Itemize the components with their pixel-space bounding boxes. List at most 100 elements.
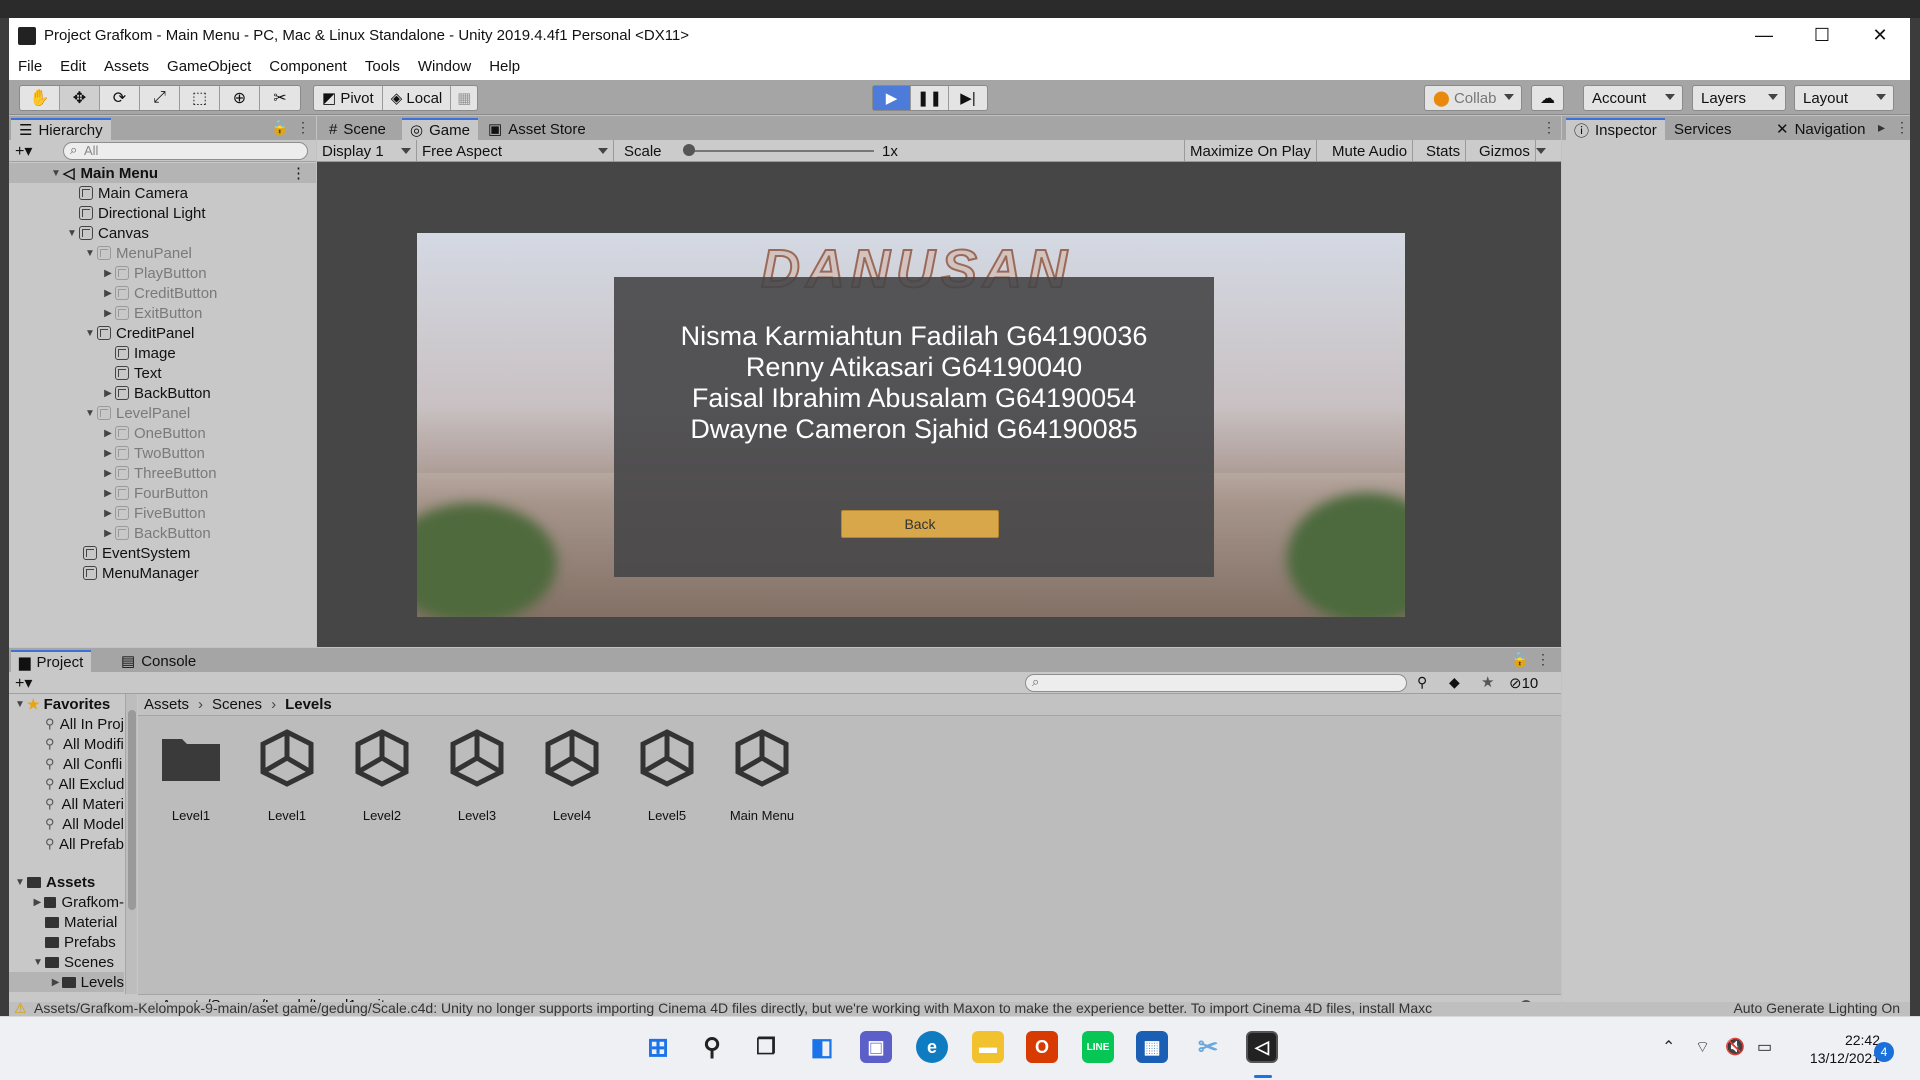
hierarchy-row[interactable]: Directional Light [9,203,316,223]
pause-icon[interactable]: ❚❚ [911,86,949,110]
tree-row[interactable]: ▼ Scenes [9,952,124,972]
expand-arrow-icon[interactable]: ▶ [101,488,115,499]
asset-item[interactable]: Level4 [533,726,611,823]
asset-item[interactable]: Level1 [152,726,230,823]
line-app-icon[interactable]: LINE [1082,1031,1114,1063]
search-icon[interactable]: ⚲ [696,1031,728,1063]
scale-slider-track[interactable] [689,150,874,152]
hierarchy-row[interactable]: Image [9,343,316,363]
layout-dropdown[interactable]: Layout [1794,85,1894,111]
tab-navigation[interactable]: ✕ Navigation [1768,118,1892,140]
widgets-icon[interactable]: ◧ [806,1031,838,1063]
gizmos-dropdown[interactable] [1531,140,1551,162]
account-dropdown[interactable]: Account [1583,85,1683,111]
status-bar[interactable]: ⚠ Assets/Grafkom-Kelompok-9-main/aset ga… [9,1002,1910,1016]
hierarchy-row[interactable]: ▶ TwoButton [9,443,316,463]
menu-file[interactable]: File [9,58,51,75]
hierarchy-row[interactable]: EventSystem [9,543,316,563]
hierarchy-search-input[interactable]: All [63,142,308,160]
stats-toggle[interactable]: Stats [1421,140,1467,162]
close-button[interactable]: ✕ [1851,18,1909,53]
play-icon[interactable]: ▶ [873,86,911,110]
maximize-on-play-toggle[interactable]: Maximize On Play [1184,140,1317,162]
scrollbar-thumb[interactable] [128,710,136,910]
create-plus-icon[interactable]: +▾ [15,141,32,161]
expand-arrow-icon[interactable]: ▼ [13,699,27,710]
status-message[interactable]: Assets/Grafkom-Kelompok-9-main/aset game… [34,1002,1432,1016]
wifi-icon[interactable]: ⌔ [1695,1037,1710,1057]
hierarchy-row[interactable]: Text [9,363,316,383]
custom-tool-icon[interactable]: ✂ [260,86,300,110]
cloud-button[interactable]: ☁ [1531,85,1564,111]
hierarchy-row[interactable]: ▼ LevelPanel [9,403,316,423]
hierarchy-row[interactable]: ▼ MenuPanel [9,243,316,263]
asset-item[interactable]: Level5 [628,726,706,823]
lock-icon[interactable]: 🔒 [1511,651,1528,668]
scale-slider-knob[interactable] [683,144,695,156]
expand-arrow-icon[interactable]: ▼ [49,168,63,179]
row-menu-icon[interactable]: ⋮ [291,164,306,182]
pivot-toggle[interactable]: ◩ Pivot [314,86,383,110]
expand-arrow-icon[interactable]: ▶ [101,268,115,279]
mute-audio-toggle[interactable]: Mute Audio [1327,140,1414,162]
expand-arrow-icon[interactable]: ▼ [13,877,27,888]
more-tabs-arrow-icon[interactable]: ▸ [1878,119,1885,136]
expand-arrow-icon[interactable]: ▼ [31,957,45,968]
display-dropdown[interactable]: Display 1 [317,140,417,162]
file-explorer-icon[interactable]: ▬ [972,1031,1004,1063]
hierarchy-row[interactable]: ▶ CreditButton [9,283,316,303]
grid-snap-icon[interactable]: ▦ [451,86,477,110]
microsoft-store-icon[interactable]: ▦ [1136,1031,1168,1063]
game-render[interactable]: DANUSAN Nisma Karmiahtun Fadilah G641900… [417,233,1405,617]
gizmos-toggle[interactable]: Gizmos [1474,140,1536,162]
menu-tools[interactable]: Tools [356,58,409,75]
system-clock[interactable]: 22:42 13/12/2021 [1790,1031,1880,1067]
hierarchy-row[interactable]: ▶ ThreeButton [9,463,316,483]
office-icon[interactable]: O [1026,1031,1058,1063]
tree-row-favorites[interactable]: ▼ ★ Favorites [9,694,124,714]
tab-scene[interactable]: # Scene [321,118,394,140]
expand-arrow-icon[interactable]: ▶ [101,288,115,299]
back-button[interactable]: Back [841,510,999,538]
panel-menu-icon[interactable]: ⋮ [1536,651,1550,668]
scale-tool-icon[interactable]: ⤢ [140,86,180,110]
hierarchy-row[interactable]: MenuManager [9,563,316,583]
tab-game[interactable]: ◎ Game [402,118,478,140]
collab-dropdown[interactable]: ⬤ Collab [1424,85,1522,111]
hierarchy-row[interactable]: ▶ BackButton [9,523,316,543]
expand-arrow-icon[interactable]: ▶ [101,528,115,539]
tab-project[interactable]: ▆ Project [11,650,92,672]
tab-services[interactable]: Services [1666,118,1740,140]
create-plus-icon[interactable]: +▾ [15,673,32,693]
panel-menu-icon[interactable]: ⋮ [296,119,310,136]
expand-arrow-icon[interactable]: ▶ [101,448,115,459]
tree-row[interactable]: Prefabs [9,932,124,952]
filter-type-icon[interactable]: ⚲ [1417,674,1427,691]
breadcrumb-item[interactable]: Assets [144,696,189,713]
rect-tool-icon[interactable]: ⬚ [180,86,220,110]
project-tree-scrollbar[interactable] [125,694,137,994]
expand-arrow-icon[interactable]: ▶ [101,308,115,319]
project-search-input[interactable] [1025,674,1407,692]
expand-arrow-icon[interactable]: ▼ [83,408,97,419]
hierarchy-row[interactable]: ▶ ExitButton [9,303,316,323]
favorite-item[interactable]: ⚲ All Modifi [9,734,124,754]
step-icon[interactable]: ▶| [949,86,987,110]
breadcrumb-item-current[interactable]: Levels [285,696,332,713]
expand-arrow-icon[interactable]: ▶ [101,468,115,479]
menu-window[interactable]: Window [409,58,480,75]
snipping-tool-icon[interactable]: ✂ [1192,1031,1224,1063]
hierarchy-row[interactable]: ▼ Canvas [9,223,316,243]
edge-browser-icon[interactable]: e [916,1031,948,1063]
aspect-dropdown[interactable]: Free Aspect [417,140,614,162]
hierarchy-row[interactable]: ▶ PlayButton [9,263,316,283]
local-toggle[interactable]: ◈ Local [383,86,452,110]
battery-icon[interactable]: ▭ [1757,1037,1772,1057]
menu-edit[interactable]: Edit [51,58,95,75]
panel-menu-icon[interactable]: ⋮ [1542,119,1556,136]
hierarchy-row[interactable]: ▶ FiveButton [9,503,316,523]
panel-menu-icon[interactable]: ⋮ [1895,119,1909,136]
favorite-item[interactable]: ⚲ All In Proj [9,714,124,734]
favorite-item[interactable]: ⚲ All Confli [9,754,124,774]
expand-arrow-icon[interactable]: ▶ [31,897,44,908]
